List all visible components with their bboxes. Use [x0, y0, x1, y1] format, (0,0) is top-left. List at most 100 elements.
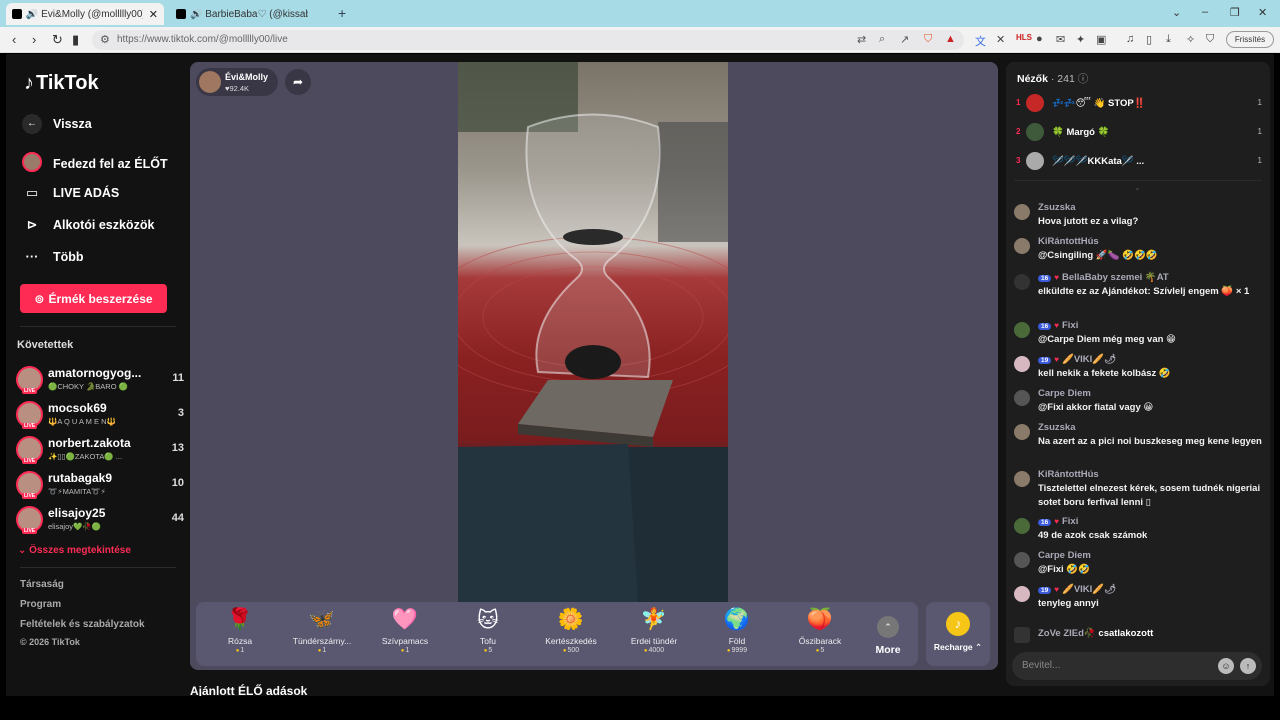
extension-translate-icon[interactable]: 文 [975, 33, 986, 49]
gift-item[interactable]: 🌍 Föld9999 [697, 608, 777, 654]
chat-username[interactable]: Fixi [1062, 320, 1078, 331]
live-video[interactable] [458, 62, 728, 602]
following-item[interactable]: LIVE rutabagak9 ➰⚡MAMITA➰⚡ 10 [16, 469, 184, 501]
gardening-gift-icon: 🌼 [557, 608, 585, 631]
gift-item[interactable]: 🧚 Erdei tündér4000 [614, 608, 694, 654]
footer-terms-link[interactable]: Feltételek és szabályzatok [20, 619, 145, 630]
level-badge: 19 [1038, 357, 1052, 364]
send-icon[interactable]: ↑ [1240, 658, 1256, 674]
tab-search-chevron-icon[interactable]: ⌄ [1172, 6, 1181, 19]
minimize-button[interactable]: – [1202, 6, 1208, 18]
chat-username[interactable]: Carpe Diem [1038, 550, 1091, 561]
gift-item[interactable]: 🌼 Kertészkedés500 [531, 608, 611, 654]
following-item[interactable]: LIVE elisajoy25 elisajoy💚🥀🟢 44 [16, 504, 184, 536]
viewer-points: 1 [1257, 98, 1262, 107]
extension-x-icon[interactable]: ✕ [996, 33, 1005, 46]
close-tab-icon[interactable]: ✕ [149, 8, 158, 21]
footer-program-link[interactable]: Program [20, 599, 61, 610]
gift-item[interactable]: 🩷 Szívpamacs1 [365, 608, 445, 654]
nav-more[interactable]: ··· Több [22, 249, 84, 264]
chat-username[interactable]: Zsuzska [1038, 422, 1076, 433]
zoom-icon[interactable]: ⌕ [879, 33, 885, 46]
extension-mail-icon[interactable]: ✉ [1056, 33, 1065, 46]
forward-nav-icon[interactable]: › [32, 32, 36, 47]
brave-shield-icon[interactable]: ⛉ [924, 33, 932, 46]
see-all-link[interactable]: ⌄ Összes megtekintése [18, 545, 131, 556]
extension-box-icon[interactable]: ▣ [1096, 33, 1106, 46]
rewards-icon[interactable]: ▲ [945, 33, 956, 45]
media-icon[interactable]: ♫ [1126, 33, 1134, 45]
host-profile-pill[interactable]: Évi&Molly ♥92.4K [196, 68, 278, 96]
tab-second[interactable]: 🔊 BarbieBaba♡ (@kissabarbie) ÉLŐ [170, 3, 330, 25]
leo-icon[interactable]: ✧ [1186, 33, 1195, 46]
recharge-label: Recharge ⌃ [933, 642, 983, 652]
chat-username[interactable]: Fixi [1062, 516, 1078, 527]
recharge-button[interactable]: ♪ Recharge ⌃ [926, 602, 990, 666]
restore-button[interactable]: ❐ [1230, 6, 1240, 19]
nav-live-studio[interactable]: ▭ LIVE ADÁS [22, 185, 119, 201]
top-viewer[interactable]: 1 💤💤😴 👋 STOP‼️ 1 [1016, 92, 1262, 116]
top-viewer[interactable]: 2 🍀 Margó 🍀 1 [1016, 121, 1262, 145]
gift-item[interactable]: 🦋 Tündérszárny...1 [282, 608, 362, 654]
viewers-header[interactable]: Nézők · 241 ⓘ [1017, 71, 1088, 86]
chat-username[interactable]: KiRántottHús [1038, 469, 1099, 480]
avatar [1014, 356, 1030, 372]
share-icon[interactable]: ↗ [900, 33, 909, 46]
back-nav-icon[interactable]: ‹ [12, 32, 16, 47]
close-window-button[interactable]: ✕ [1258, 6, 1267, 19]
extension-circle-icon[interactable]: ● [1036, 33, 1043, 45]
back-link[interactable]: ← Vissza [22, 114, 92, 134]
gift-item[interactable]: 🍑 Őszibarack5 [780, 608, 860, 654]
following-item[interactable]: LIVE amatornogyog... 🟢CHOKY 🐊BARO 🟢 11 [16, 364, 184, 396]
info-icon[interactable]: ⓘ [1078, 73, 1089, 85]
emoji-icon[interactable]: ☺ [1218, 658, 1234, 674]
new-tab-button[interactable]: + [338, 5, 346, 21]
url-bar[interactable]: ⚙ https://www.tiktok.com/@mollllly00/liv… [92, 30, 964, 50]
tab-active[interactable]: 🔊 Évi&Molly (@mollllly00) ÉLŐ ✕ [6, 3, 164, 25]
see-all-label: Összes megtekintése [29, 545, 131, 556]
level-badge: 19 [1038, 587, 1052, 594]
following-item[interactable]: LIVE mocsok69 🔱A Q U A M E N🔱 3 [16, 399, 184, 431]
more-gifts-button[interactable]: ⌃ More [868, 616, 908, 656]
chat-username[interactable]: ZoVe ZIEd🥀 [1038, 628, 1096, 639]
copyright: © 2026 TikTok [20, 637, 80, 647]
gift-item[interactable]: 🐱 Tofu5 [448, 608, 528, 654]
tiktok-logo[interactable]: ♪ TikTok [24, 72, 99, 95]
wallet-icon[interactable]: ⛉ [1206, 33, 1214, 46]
chat-username[interactable]: 🥖VIKI🥖🌶 [1062, 354, 1116, 365]
live-badge: LIVE [22, 388, 38, 394]
viewer-points: 1 [1257, 127, 1262, 136]
site-settings-icon[interactable]: ⚙ [100, 33, 110, 46]
viewer-name: 💤💤😴 👋 STOP‼️ [1052, 98, 1146, 109]
get-coins-button[interactable]: ⊚ Érmék beszerzése [20, 284, 167, 313]
footer-company-link[interactable]: Társaság [20, 579, 64, 590]
chevron-up-icon: ⌃ [877, 616, 899, 638]
browser-tab-strip: 🔊 Évi&Molly (@mollllly00) ÉLŐ ✕ 🔊 Barbie… [0, 0, 1280, 27]
download-icon[interactable]: ⤓ [1166, 33, 1171, 46]
sidebar-icon[interactable]: ▯ [1146, 33, 1152, 46]
tiktok-live-page: ♪ TikTok ← Vissza Fedezd fel az ÉLŐT ▭ L… [6, 54, 1274, 696]
following-item[interactable]: LIVE norbert.zakota ✨▯▯🟢ZAKOTA🟢 ... 13 [16, 434, 184, 466]
nav-explore-live[interactable]: Fedezd fel az ÉLŐT [22, 152, 168, 175]
refresh-update-button[interactable]: Frissítés [1226, 31, 1274, 48]
chat-username[interactable]: 🥖VIKI🥖🌶 [1062, 584, 1116, 595]
chat-input[interactable]: Bevitel... ☺ ↑ [1012, 652, 1262, 680]
chevron-down-icon[interactable]: ⌄ [1134, 183, 1141, 192]
extensions-puzzle-icon[interactable]: ✦ [1076, 33, 1085, 46]
chat-username[interactable]: Carpe Diem [1038, 388, 1091, 399]
chat-username[interactable]: BellaBaby szemei 🌴AT [1062, 272, 1169, 283]
coin-note-icon: ♪ [946, 612, 970, 636]
share-icon[interactable]: ➦ [285, 69, 311, 95]
divider [1014, 180, 1262, 181]
forest-fairy-gift-icon: 🧚 [640, 608, 668, 631]
reload-icon[interactable]: ↻ [52, 32, 63, 48]
bookmark-icon[interactable]: ▮ [72, 32, 79, 48]
gift-item[interactable]: 🌹 Rózsa1 [200, 608, 280, 654]
chat-username[interactable]: Zsuzska [1038, 202, 1076, 213]
nav-creator-tools[interactable]: ⊳ Alkotói eszközök [22, 217, 155, 233]
heart-icon: ♥ [1054, 517, 1059, 526]
chat-username[interactable]: KiRántottHús [1038, 236, 1099, 247]
extension-hls-icon[interactable]: HLS [1016, 33, 1032, 42]
translate-icon[interactable]: ⇄ [857, 33, 866, 46]
top-viewer[interactable]: 3 🪡🪡🪡KKKata🪡 ... 1 [1016, 150, 1262, 174]
